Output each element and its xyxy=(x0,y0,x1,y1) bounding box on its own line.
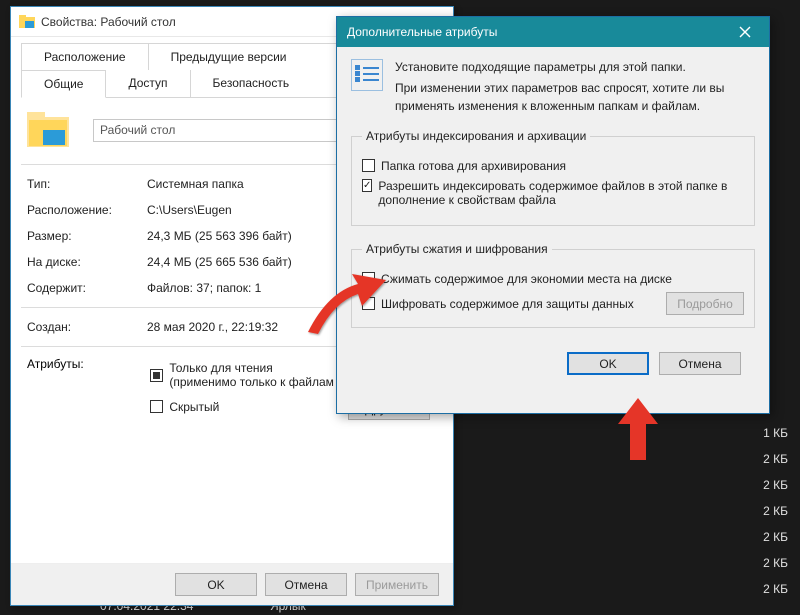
archive-label: Папка готова для архивирования xyxy=(381,159,566,173)
tab-location[interactable]: Расположение xyxy=(21,43,149,70)
advanced-titlebar[interactable]: Дополнительные атрибуты xyxy=(337,17,769,47)
explorer-size-column: 1 КБ 2 КБ 2 КБ 2 КБ 2 КБ 2 КБ 2 КБ xyxy=(763,420,788,602)
tab-general[interactable]: Общие xyxy=(21,71,106,98)
ok-button[interactable]: OK xyxy=(175,573,257,596)
advanced-head2: При изменении этих параметров вас спрося… xyxy=(395,80,755,115)
advanced-title: Дополнительные атрибуты xyxy=(347,25,497,39)
hidden-label: Скрытый xyxy=(169,400,219,414)
apply-button[interactable]: Применить xyxy=(355,573,439,596)
created-label: Создан: xyxy=(27,320,147,334)
folder-icon xyxy=(27,112,69,148)
ok-button[interactable]: OK xyxy=(567,352,649,375)
readonly-label: Только для чтения xyxy=(169,361,272,375)
compress-checkbox[interactable] xyxy=(362,272,375,285)
indexing-group: Атрибуты индексирования и архивации Папк… xyxy=(351,129,755,226)
close-button[interactable] xyxy=(725,19,765,45)
cancel-button[interactable]: Отмена xyxy=(265,573,347,596)
indexing-legend: Атрибуты индексирования и архивации xyxy=(362,129,590,143)
close-icon xyxy=(739,26,751,38)
hidden-checkbox[interactable] xyxy=(150,400,163,413)
size-on-disk-label: На диске: xyxy=(27,255,147,269)
advanced-head1: Установите подходящие параметры для этой… xyxy=(395,59,755,76)
size-label: Размер: xyxy=(27,229,147,243)
location-label: Расположение: xyxy=(27,203,147,217)
archive-checkbox[interactable] xyxy=(362,159,375,172)
cancel-button[interactable]: Отмена xyxy=(659,352,741,375)
attributes-label: Атрибуты: xyxy=(27,357,147,371)
folder-icon xyxy=(19,15,35,29)
encrypt-checkbox[interactable] xyxy=(362,297,375,310)
encrypt-label: Шифровать содержимое для защиты данных xyxy=(381,297,634,311)
index-label: Разрешить индексировать содержимое файло… xyxy=(378,179,744,207)
readonly-checkbox[interactable] xyxy=(150,369,163,382)
tab-sharing[interactable]: Доступ xyxy=(105,70,190,97)
advanced-attributes-window: Дополнительные атрибуты Установите подхо… xyxy=(336,16,770,414)
type-label: Тип: xyxy=(27,177,147,191)
compress-encrypt-group: Атрибуты сжатия и шифрования Сжимать сод… xyxy=(351,242,755,328)
properties-footer: OK Отмена Применить xyxy=(11,563,453,605)
contains-label: Содержит: xyxy=(27,281,147,295)
compress-label: Сжимать содержимое для экономии места на… xyxy=(381,272,672,286)
index-checkbox[interactable] xyxy=(362,179,372,192)
details-button[interactable]: Подробно xyxy=(666,292,744,315)
properties-title: Свойства: Рабочий стол xyxy=(41,15,176,29)
compress-encrypt-legend: Атрибуты сжатия и шифрования xyxy=(362,242,552,256)
options-list-icon xyxy=(351,59,383,91)
